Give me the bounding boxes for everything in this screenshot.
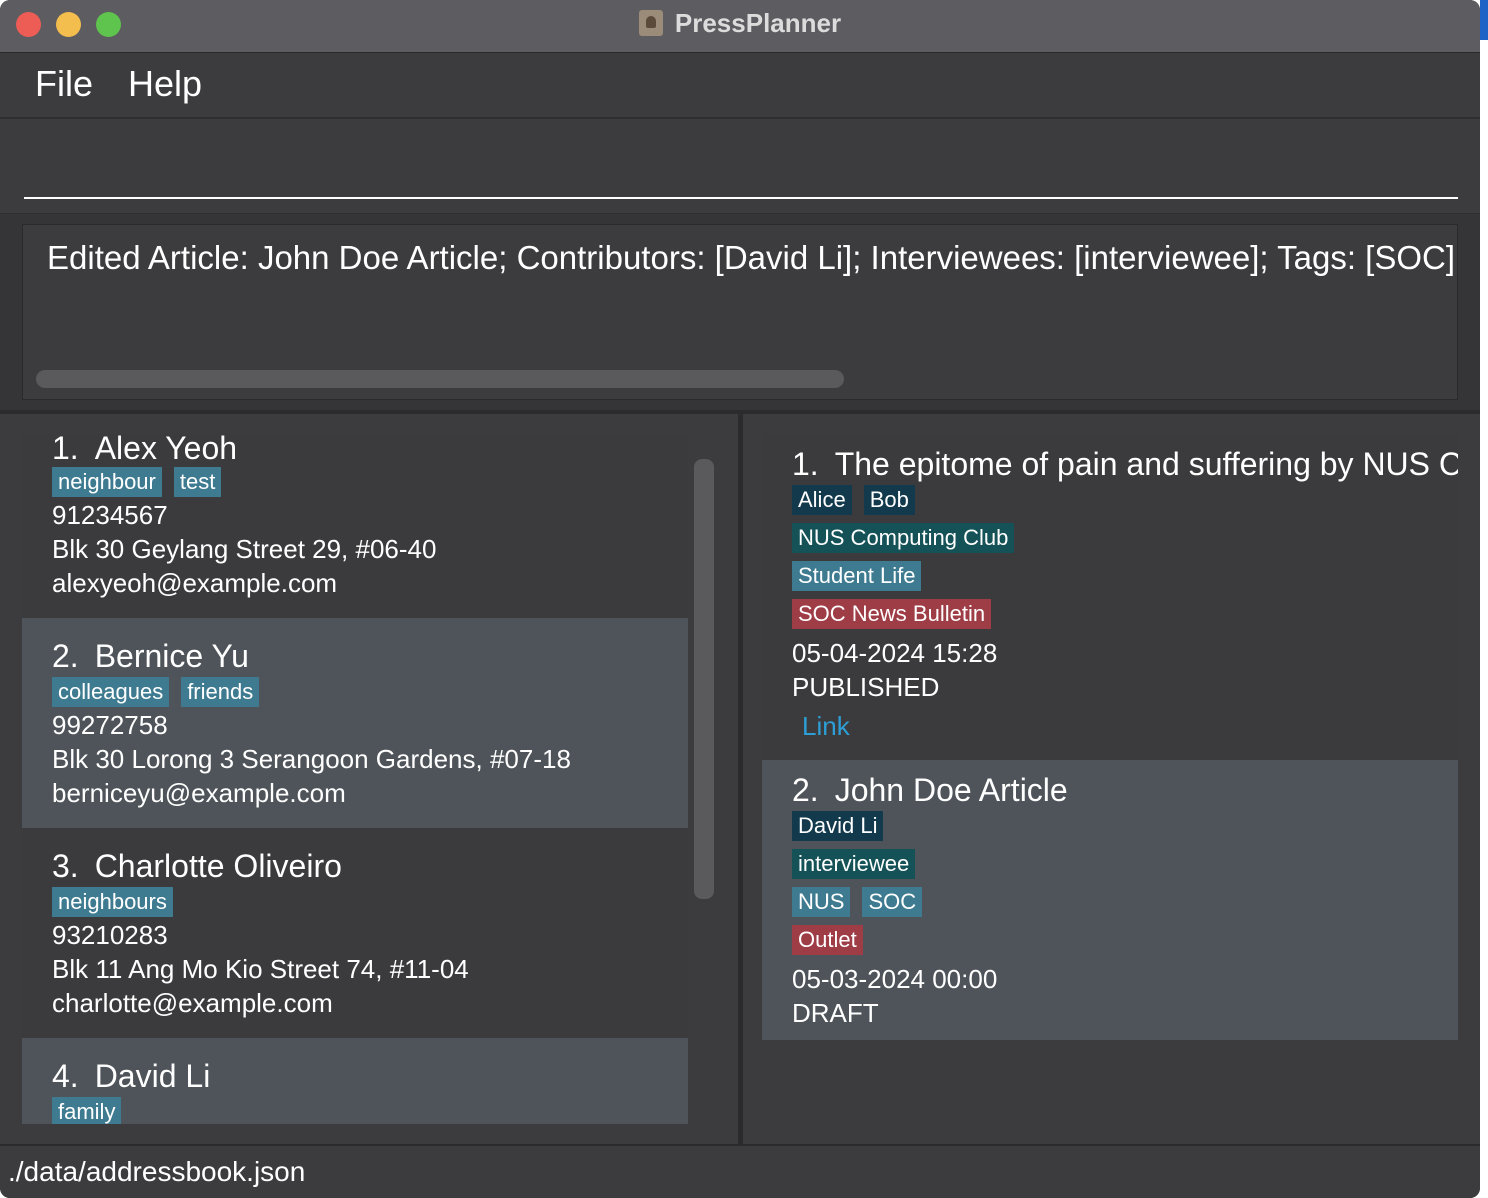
person-name: Bernice Yu	[94, 638, 249, 674]
person-title: 2. Bernice Yu	[52, 638, 249, 675]
person-phone: 99272758	[52, 710, 168, 740]
menu-help[interactable]: Help	[128, 63, 202, 105]
split-pane-divider[interactable]	[738, 414, 743, 1144]
article-title-row: 2. John Doe Article	[792, 772, 1068, 809]
article-tag: Student Life	[792, 561, 922, 591]
article-index: 1.	[792, 446, 819, 482]
person-address: Blk 30 Geylang Street 29, #06-40	[52, 534, 437, 564]
article-tag: SOC	[862, 887, 923, 917]
person-email: alexyeoh@example.com	[52, 568, 338, 598]
result-text: Edited Article: John Doe Article; Contri…	[47, 239, 1458, 276]
article-outlets: SOC News Bulletin	[792, 599, 1003, 629]
person-name: Charlotte Oliveiro	[94, 848, 342, 884]
article-interviewees: interviewee	[792, 849, 927, 879]
result-horizontal-scrollbar[interactable]	[36, 370, 844, 388]
person-name: Alex Yeoh	[94, 434, 238, 466]
outlet-tag: Outlet	[792, 925, 863, 955]
article-title-row: 1. The epitome of pain and suffering by N…	[792, 446, 1458, 483]
menu-file[interactable]: File	[35, 63, 93, 105]
person-email: charlotte@example.com	[52, 988, 333, 1018]
person-tag: neighbours	[52, 887, 173, 917]
article-card[interactable]: 2. John Doe Article David Li interviewee …	[762, 760, 1458, 1040]
status-bar: ./data/addressbook.json	[0, 1144, 1480, 1198]
result-display: Edited Article: John Doe Article; Contri…	[22, 224, 1458, 400]
contributor-tag: Bob	[863, 485, 915, 515]
window-title-area: PressPlanner	[0, 8, 1480, 39]
person-card[interactable]: 4. David Li family	[22, 1038, 688, 1124]
desktop-edge-accent	[1480, 0, 1488, 40]
person-index: 2.	[52, 638, 79, 674]
person-index: 3.	[52, 848, 79, 884]
person-tags: neighbours	[52, 887, 185, 917]
person-index: 1.	[52, 434, 79, 466]
article-outlets: Outlet	[792, 925, 875, 955]
person-email: berniceyu@example.com	[52, 778, 346, 808]
article-link[interactable]: Link	[802, 711, 850, 742]
article-card[interactable]: 1. The epitome of pain and suffering by N…	[762, 434, 1458, 760]
article-contributors: David Li	[792, 811, 895, 841]
person-phone: 91234567	[52, 500, 168, 530]
contributor-tag: David Li	[792, 811, 884, 841]
person-tag: friends	[181, 677, 260, 707]
person-tag: neighbour	[52, 467, 162, 497]
save-location: ./data/addressbook.json	[8, 1156, 306, 1187]
person-tags: family	[52, 1097, 133, 1124]
person-tag: test	[173, 467, 222, 497]
person-title: 3. Charlotte Oliveiro	[52, 848, 342, 885]
person-tags: neighbour test	[52, 467, 233, 497]
person-title: 1. Alex Yeoh	[52, 434, 237, 467]
article-title: The epitome of pain and suffering by NUS…	[834, 446, 1458, 482]
person-tags: colleagues friends	[52, 677, 271, 707]
desktop-edge	[1480, 0, 1488, 1198]
person-card[interactable]: 1. Alex Yeoh neighbour test 91234567 Blk 3…	[22, 434, 688, 618]
person-name: David Li	[94, 1058, 211, 1094]
command-box	[0, 119, 1480, 214]
article-status: DRAFT	[792, 998, 879, 1028]
person-title: 4. David Li	[52, 1058, 210, 1095]
interviewee-tag: NUS Computing Club	[792, 523, 1015, 553]
menu-bar: File Help	[0, 53, 1480, 119]
person-tag: colleagues	[52, 677, 170, 707]
person-address: Blk 30 Lorong 3 Serangoon Gardens, #07-1…	[52, 744, 571, 774]
person-phone: 93210283	[52, 920, 168, 950]
person-list: 1. Alex Yeoh neighbour test 91234567 Blk 3…	[22, 434, 688, 1124]
article-contributors: Alice Bob	[792, 485, 927, 515]
article-tag: NUS	[792, 887, 851, 917]
command-input[interactable]	[24, 119, 1458, 199]
article-tags: Student Life	[792, 561, 933, 591]
article-title: John Doe Article	[834, 772, 1068, 808]
title-bar: PressPlanner	[0, 0, 1480, 53]
result-display-area: Edited Article: John Doe Article; Contri…	[0, 214, 1480, 414]
person-index: 4.	[52, 1058, 79, 1094]
person-address: Blk 11 Ang Mo Kio Street 74, #11-04	[52, 954, 469, 984]
window-title: PressPlanner	[674, 8, 842, 38]
article-date: 05-04-2024 15:28	[792, 638, 998, 668]
person-tag: family	[52, 1097, 122, 1124]
contributor-tag: Alice	[792, 485, 852, 515]
article-index: 2.	[792, 772, 819, 808]
person-card[interactable]: 2. Bernice Yu colleagues friends 99272758 …	[22, 618, 688, 828]
article-list: 1. The epitome of pain and suffering by N…	[762, 434, 1458, 1124]
article-date: 05-03-2024 00:00	[792, 964, 998, 994]
list-panels: 1. Alex Yeoh neighbour test 91234567 Blk 3…	[0, 414, 1480, 1144]
article-status: PUBLISHED	[792, 672, 940, 702]
article-interviewees: NUS Computing Club	[792, 523, 1026, 553]
person-card[interactable]: 3. Charlotte Oliveiro neighbours 93210283…	[22, 828, 688, 1038]
article-tags: NUS SOC	[792, 887, 934, 917]
person-list-scrollbar[interactable]	[694, 459, 714, 899]
interviewee-tag: interviewee	[792, 849, 916, 879]
outlet-tag: SOC News Bulletin	[792, 599, 992, 629]
app-icon	[638, 10, 663, 36]
app-window: PressPlanner File Help Edited Article: J…	[0, 0, 1480, 1198]
